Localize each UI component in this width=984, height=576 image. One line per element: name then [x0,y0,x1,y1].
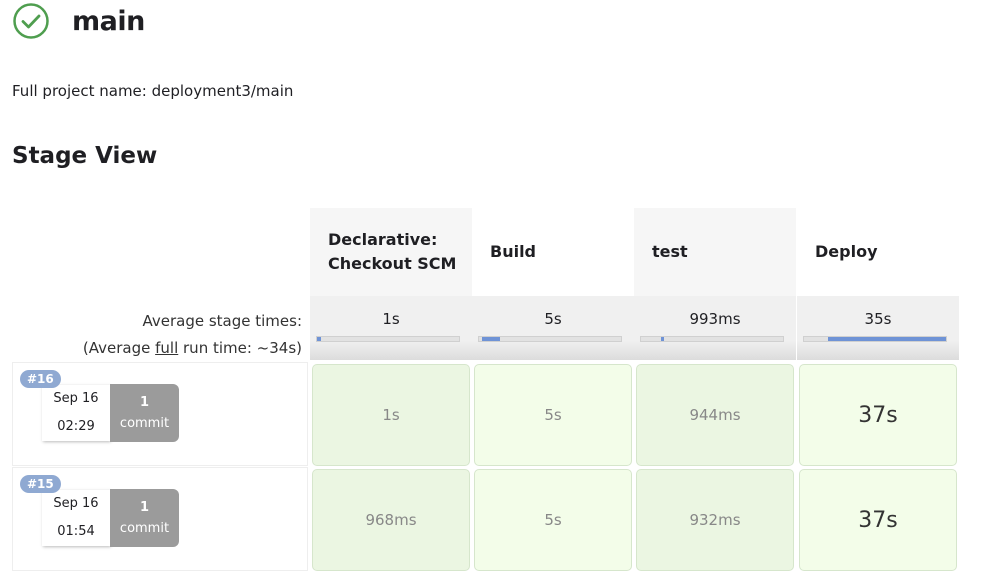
stage-cell[interactable]: 5s [474,364,632,466]
average-time-bar-fill [317,337,322,341]
time: 01:54 [57,524,95,539]
average-time: 993ms [689,310,741,328]
full-project-name: Full project name: deployment3/main [12,82,294,100]
avg-stage-times: Average stage times: [142,312,302,330]
commit-label: commit [119,521,170,536]
stage-cell[interactable]: 968ms [312,469,470,571]
commits-button[interactable]: 1 commit [110,384,179,442]
stage-view-heading: Stage View [12,143,158,169]
avg-prefix: (Average [82,339,156,357]
average-times-label: Average stage times: (Average full run t… [83,308,302,362]
build-number-badge[interactable]: #16 [20,370,61,388]
avg-full-run: (Average full run time: ~34s) [83,335,302,362]
build-date: Sep 16 02:29 [42,385,110,441]
time: 02:29 [57,419,95,434]
success-check-icon [13,3,49,39]
average-time-bar-fill [481,337,501,341]
average-time-bar [640,336,784,342]
average-time-bar [316,336,460,342]
stage-average: 5s [472,296,634,360]
commit-count: 1 [139,500,150,515]
commit-label: commit [119,416,170,431]
build-number-badge[interactable]: #15 [20,475,61,493]
stage-cell[interactable]: 37s [799,469,957,571]
page-header: main [12,2,145,40]
page-title: main [72,5,145,37]
average-time-bar [478,336,622,342]
avg-suffix: run time: ~34s) [178,339,302,357]
average-time: 35s [864,310,892,328]
stage-header: Build [472,208,634,296]
stage-average: 1s [310,296,472,360]
build-date: Sep 16 01:54 [42,490,110,546]
average-time: 1s [382,310,400,328]
date: Sep 16 [53,496,99,511]
stage-average: 993ms [634,296,796,360]
average-time-bar [803,336,947,342]
full-run-link[interactable]: full [155,339,178,357]
average-time-bar-fill [828,337,946,341]
build-row[interactable]: Sep 16 02:29 1 commit #16 [12,362,308,466]
stage-cell[interactable]: 944ms [636,364,794,466]
build-row[interactable]: Sep 16 01:54 1 commit #15 [12,467,308,571]
stage-header: Deploy [797,208,959,296]
stage-cell[interactable]: 37s [799,364,957,466]
stage-cell[interactable]: 5s [474,469,632,571]
stage-average: 35s [797,296,959,360]
stage-header: Declarative: Checkout SCM [310,208,472,296]
average-time-bar-fill [660,337,664,341]
commit-count: 1 [139,395,150,410]
date: Sep 16 [53,391,99,406]
stage-header: test [634,208,796,296]
stage-cell[interactable]: 1s [312,364,470,466]
average-time: 5s [544,310,562,328]
commits-button[interactable]: 1 commit [110,489,179,547]
stage-cell[interactable]: 932ms [636,469,794,571]
